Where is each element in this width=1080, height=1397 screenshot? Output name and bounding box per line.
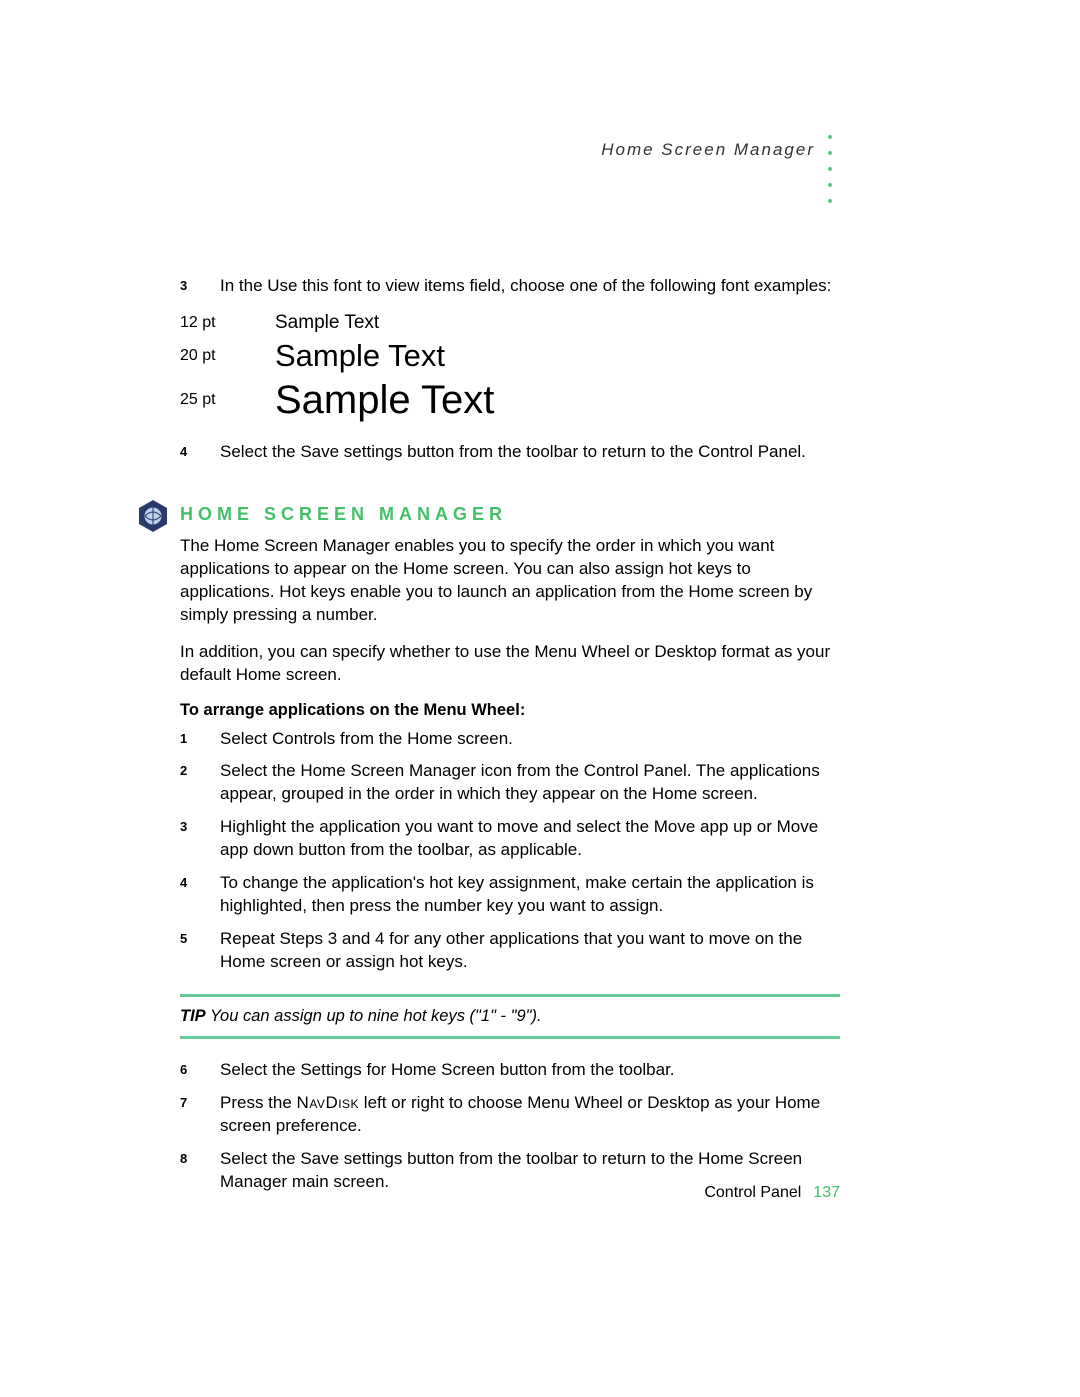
body-paragraph: In addition, you can specify whether to … (180, 641, 840, 687)
step-number: 8 (180, 1148, 220, 1166)
font-sample-table: 12 pt Sample Text 20 pt Sample Text 25 p… (180, 312, 840, 423)
step-text: Press the NavDisk left or right to choos… (220, 1092, 840, 1138)
content-area: 3 In the Use this font to view items fie… (180, 275, 840, 1204)
font-sample-text: Sample Text (275, 378, 494, 423)
procedure-list-b: 6 Select the Settings for Home Screen bu… (180, 1059, 840, 1194)
step-item: 3 In the Use this font to view items fie… (180, 275, 840, 298)
page-footer: Control Panel 137 (704, 1184, 840, 1202)
footer-section: Control Panel (704, 1184, 801, 1201)
font-sample-text: Sample Text (275, 312, 379, 334)
step-number: 7 (180, 1092, 220, 1110)
step-text-pre: Press the (220, 1093, 297, 1112)
step-number: 4 (180, 872, 220, 890)
step-item: 5 Repeat Steps 3 and 4 for any other app… (180, 928, 840, 974)
step-item: 1 Select Controls from the Home screen. (180, 728, 840, 751)
font-sample-row: 20 pt Sample Text (180, 338, 840, 374)
font-sample-row: 25 pt Sample Text (180, 378, 840, 423)
tip-text: You can assign up to nine hot keys ("1" … (206, 1007, 542, 1025)
dot-icon (828, 167, 832, 171)
font-size-label: 20 pt (180, 347, 275, 365)
document-page: Home Screen Manager 3 In the Use this fo… (0, 0, 1080, 1397)
font-sample-row: 12 pt Sample Text (180, 312, 840, 334)
step-number: 4 (180, 441, 220, 459)
step-number: 1 (180, 728, 220, 746)
font-sample-text: Sample Text (275, 338, 445, 374)
step-number: 5 (180, 928, 220, 946)
section-title: HOME SCREEN MANAGER (180, 504, 507, 525)
section-heading: HOME SCREEN MANAGER (180, 504, 840, 525)
page-number: 137 (813, 1184, 840, 1201)
procedure-list-a: 1 Select Controls from the Home screen. … (180, 728, 840, 974)
globe-icon (135, 498, 171, 539)
procedure-subhead: To arrange applications on the Menu Whee… (180, 701, 840, 720)
step-text: Select the Save settings button from the… (220, 441, 840, 464)
step-item: 3 Highlight the application you want to … (180, 816, 840, 862)
tip-label: TIP (180, 1007, 206, 1025)
step-text: Select Controls from the Home screen. (220, 728, 840, 751)
body-paragraph: The Home Screen Manager enables you to s… (180, 535, 840, 627)
step-text: Select the Settings for Home Screen butt… (220, 1059, 840, 1082)
font-size-label: 12 pt (180, 314, 275, 332)
step-item: 4 To change the application's hot key as… (180, 872, 840, 918)
step-text: In the Use this font to view items field… (220, 275, 840, 298)
step-item: 4 Select the Save settings button from t… (180, 441, 840, 464)
step-number: 3 (180, 275, 220, 293)
step-item: 2 Select the Home Screen Manager icon fr… (180, 760, 840, 806)
step-item: 7 Press the NavDisk left or right to cho… (180, 1092, 840, 1138)
step-text: Repeat Steps 3 and 4 for any other appli… (220, 928, 840, 974)
font-size-label: 25 pt (180, 391, 275, 409)
tip-callout: TIP You can assign up to nine hot keys (… (180, 994, 840, 1039)
dot-icon (828, 151, 832, 155)
navdisk-smallcaps: NavDisk (297, 1093, 360, 1112)
step-item: 6 Select the Settings for Home Screen bu… (180, 1059, 840, 1082)
step-number: 2 (180, 760, 220, 778)
step-text: Highlight the application you want to mo… (220, 816, 840, 862)
step-text: Select the Home Screen Manager icon from… (220, 760, 840, 806)
step-number: 3 (180, 816, 220, 834)
running-header: Home Screen Manager (601, 140, 815, 160)
dot-icon (828, 183, 832, 187)
dot-icon (828, 199, 832, 203)
dot-icon (828, 135, 832, 139)
decorative-dots (828, 135, 832, 203)
step-number: 6 (180, 1059, 220, 1077)
step-text: To change the application's hot key assi… (220, 872, 840, 918)
